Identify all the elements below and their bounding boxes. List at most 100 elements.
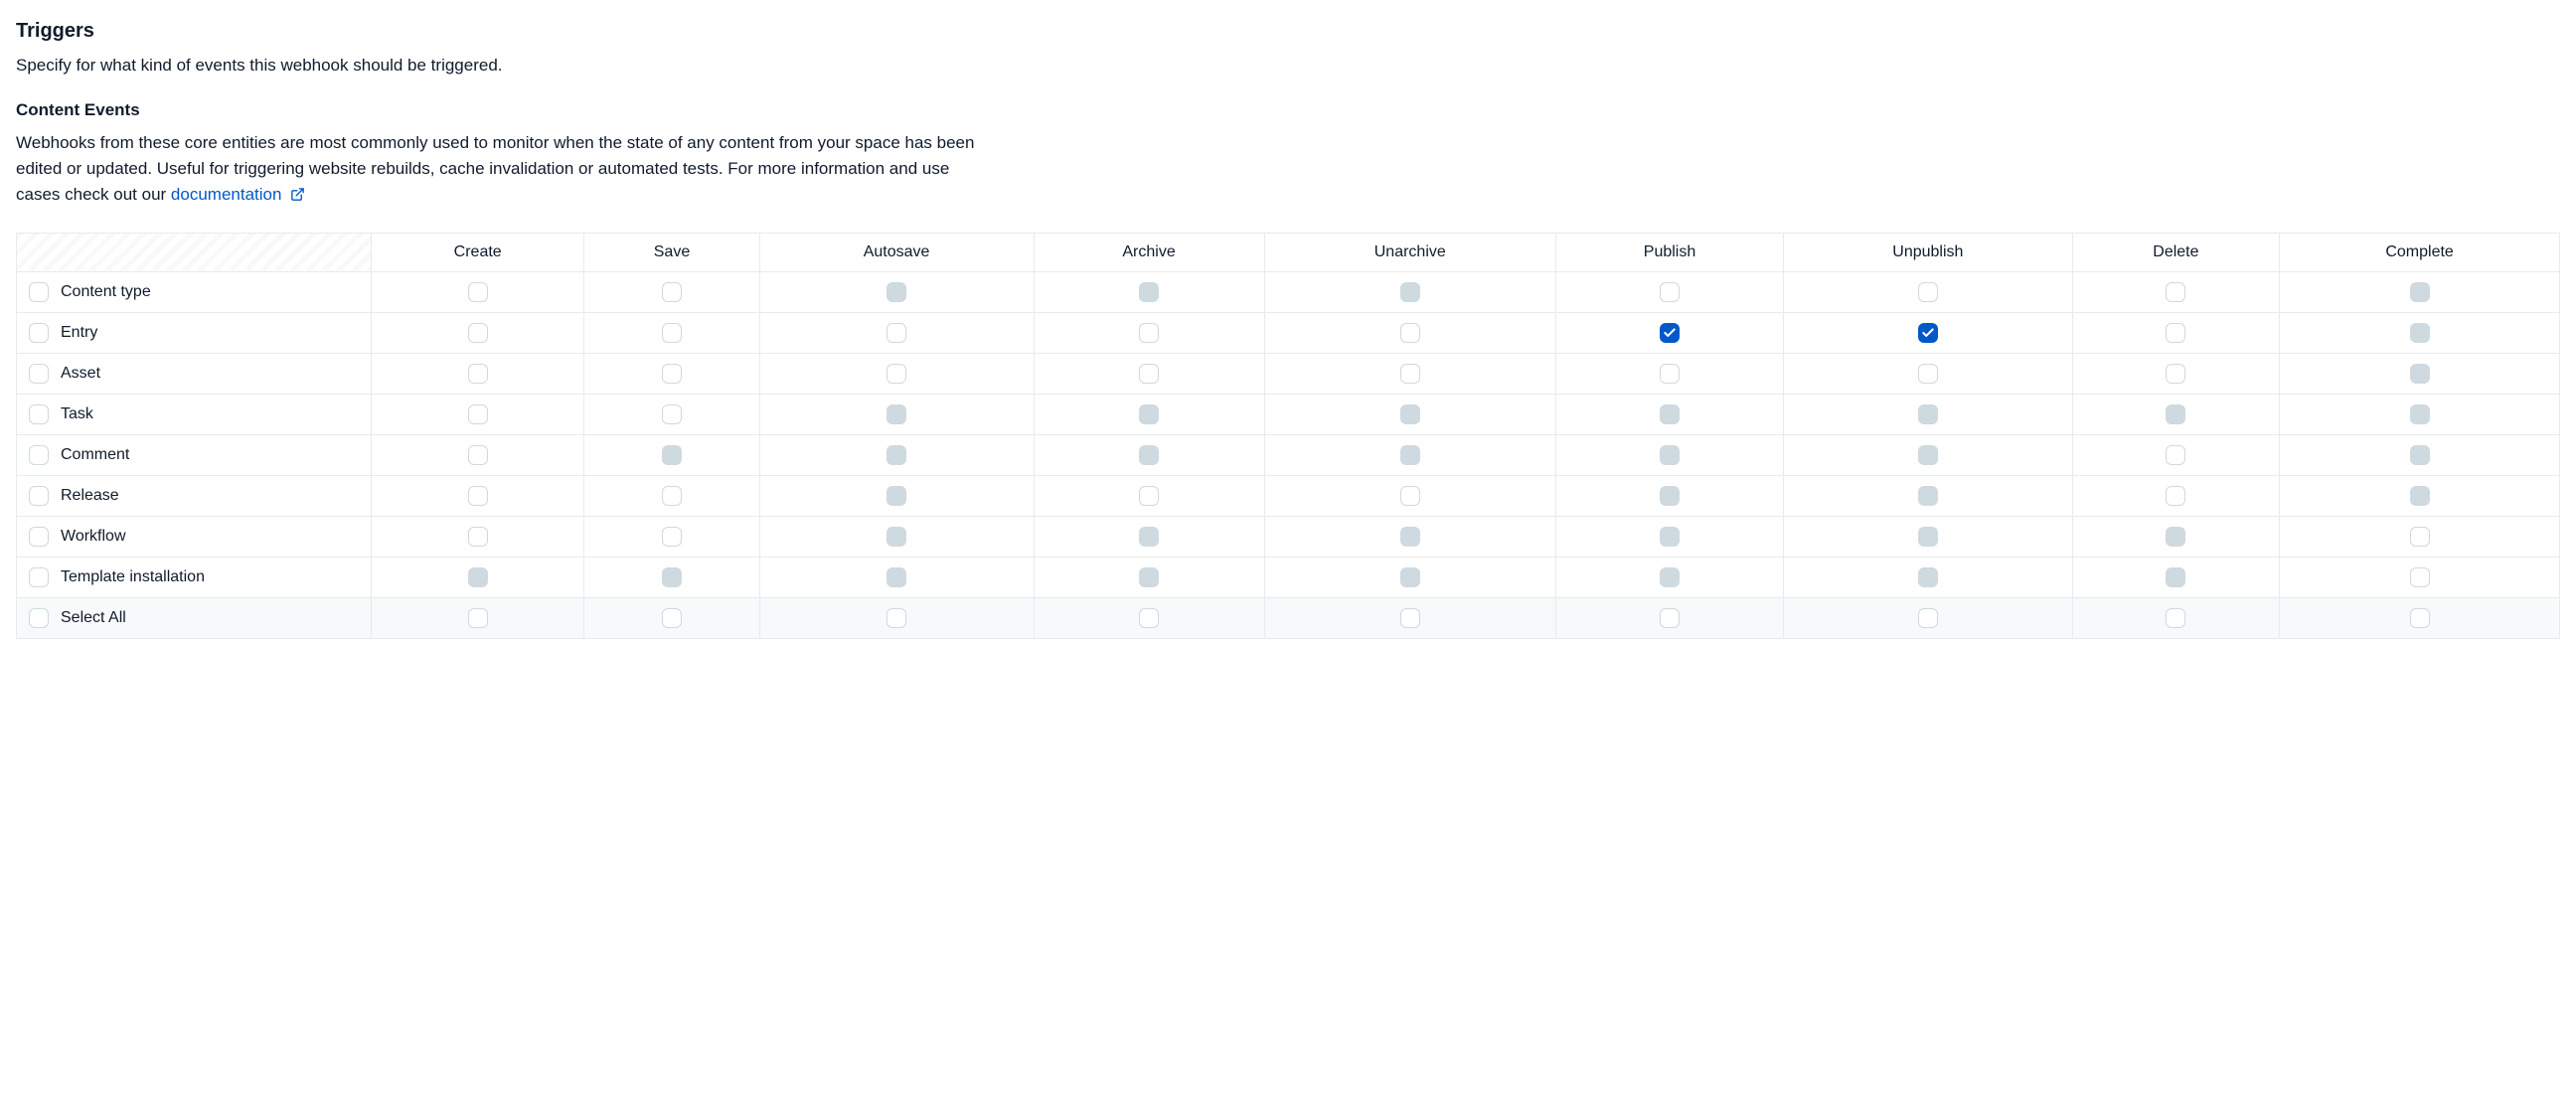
trigger-checkbox[interactable] xyxy=(468,527,488,547)
trigger-checkbox[interactable] xyxy=(1139,486,1159,506)
trigger-checkbox[interactable] xyxy=(1139,364,1159,384)
row-select-checkbox[interactable] xyxy=(29,282,49,302)
trigger-cell xyxy=(1264,394,1555,434)
row-label-text: Entry xyxy=(61,324,97,342)
trigger-checkbox[interactable] xyxy=(1918,282,1938,302)
trigger-checkbox[interactable] xyxy=(1139,323,1159,343)
trigger-cell xyxy=(759,394,1034,434)
row-select-checkbox[interactable] xyxy=(29,486,49,506)
row-select-checkbox[interactable] xyxy=(29,445,49,465)
trigger-cell xyxy=(1034,353,1264,394)
trigger-checkbox[interactable] xyxy=(468,404,488,424)
row-select-checkbox[interactable] xyxy=(29,527,49,547)
trigger-checkbox[interactable] xyxy=(1400,323,1420,343)
documentation-link[interactable]: documentation xyxy=(171,185,305,204)
select-all-column-checkbox[interactable] xyxy=(468,608,488,628)
trigger-cell xyxy=(2072,353,2280,394)
trigger-checkbox[interactable] xyxy=(662,404,682,424)
trigger-checkbox[interactable] xyxy=(1918,364,1938,384)
trigger-checkbox[interactable] xyxy=(2166,323,2185,343)
trigger-checkbox[interactable] xyxy=(662,527,682,547)
select-all-cell xyxy=(584,597,759,638)
trigger-cell xyxy=(1556,434,1784,475)
trigger-cell xyxy=(1264,557,1555,597)
trigger-cell xyxy=(2072,557,2280,597)
select-all-column-checkbox[interactable] xyxy=(2166,608,2185,628)
trigger-cell xyxy=(2280,516,2560,557)
trigger-checkbox[interactable] xyxy=(1660,323,1680,343)
trigger-checkbox[interactable] xyxy=(468,445,488,465)
select-all-row-checkbox[interactable] xyxy=(29,608,49,628)
content-events-title: Content Events xyxy=(16,100,2560,120)
trigger-checkbox xyxy=(1660,567,1680,587)
trigger-cell xyxy=(1034,557,1264,597)
trigger-cell xyxy=(372,434,584,475)
row-label-cell: Entry xyxy=(17,312,372,353)
documentation-link-text: documentation xyxy=(171,185,282,204)
trigger-cell xyxy=(1784,434,2073,475)
trigger-checkbox[interactable] xyxy=(1660,364,1680,384)
trigger-checkbox[interactable] xyxy=(662,486,682,506)
trigger-checkbox[interactable] xyxy=(1400,364,1420,384)
trigger-checkbox[interactable] xyxy=(2166,445,2185,465)
trigger-cell xyxy=(584,353,759,394)
table-row: Entry xyxy=(17,312,2560,353)
trigger-checkbox xyxy=(1139,404,1159,424)
row-label-text: Asset xyxy=(61,365,100,383)
trigger-cell xyxy=(1264,475,1555,516)
trigger-cell xyxy=(372,312,584,353)
trigger-cell xyxy=(759,312,1034,353)
trigger-checkbox xyxy=(1918,445,1938,465)
row-select-checkbox[interactable] xyxy=(29,404,49,424)
row-select-checkbox[interactable] xyxy=(29,323,49,343)
select-all-cell xyxy=(1034,597,1264,638)
trigger-cell xyxy=(1556,516,1784,557)
trigger-checkbox xyxy=(1139,445,1159,465)
trigger-checkbox[interactable] xyxy=(1660,282,1680,302)
trigger-checkbox[interactable] xyxy=(1918,323,1938,343)
trigger-checkbox[interactable] xyxy=(662,282,682,302)
trigger-checkbox[interactable] xyxy=(886,323,906,343)
trigger-checkbox[interactable] xyxy=(662,364,682,384)
trigger-cell xyxy=(2072,271,2280,312)
trigger-checkbox[interactable] xyxy=(886,364,906,384)
trigger-checkbox[interactable] xyxy=(1400,486,1420,506)
row-select-checkbox[interactable] xyxy=(29,364,49,384)
trigger-cell xyxy=(2072,434,2280,475)
row-label-text: Release xyxy=(61,487,119,505)
select-all-cell xyxy=(1264,597,1555,638)
trigger-cell xyxy=(2072,394,2280,434)
trigger-cell xyxy=(1556,271,1784,312)
trigger-checkbox[interactable] xyxy=(468,323,488,343)
trigger-cell xyxy=(759,557,1034,597)
select-all-column-checkbox[interactable] xyxy=(1660,608,1680,628)
trigger-checkbox[interactable] xyxy=(2166,282,2185,302)
select-all-row: Select All xyxy=(17,597,2560,638)
trigger-checkbox[interactable] xyxy=(2166,486,2185,506)
trigger-checkbox[interactable] xyxy=(468,282,488,302)
row-label-text: Template installation xyxy=(61,568,205,586)
select-all-column-checkbox[interactable] xyxy=(2410,608,2430,628)
trigger-cell xyxy=(1784,312,2073,353)
trigger-cell xyxy=(584,271,759,312)
trigger-cell xyxy=(2072,516,2280,557)
trigger-checkbox[interactable] xyxy=(468,364,488,384)
trigger-checkbox[interactable] xyxy=(2410,567,2430,587)
trigger-cell xyxy=(1784,271,2073,312)
trigger-checkbox[interactable] xyxy=(2410,527,2430,547)
select-all-column-checkbox[interactable] xyxy=(1918,608,1938,628)
trigger-cell xyxy=(1264,312,1555,353)
select-all-column-checkbox[interactable] xyxy=(886,608,906,628)
select-all-cell xyxy=(1784,597,2073,638)
row-label-cell: Select All xyxy=(17,597,372,638)
row-select-checkbox[interactable] xyxy=(29,567,49,587)
row-label-text: Comment xyxy=(61,446,129,464)
select-all-column-checkbox[interactable] xyxy=(1400,608,1420,628)
trigger-checkbox[interactable] xyxy=(2166,364,2185,384)
trigger-checkbox[interactable] xyxy=(468,486,488,506)
trigger-checkbox[interactable] xyxy=(662,323,682,343)
select-all-column-checkbox[interactable] xyxy=(662,608,682,628)
column-header: Unpublish xyxy=(1784,233,2073,271)
select-all-column-checkbox[interactable] xyxy=(1139,608,1159,628)
trigger-cell xyxy=(1034,312,1264,353)
